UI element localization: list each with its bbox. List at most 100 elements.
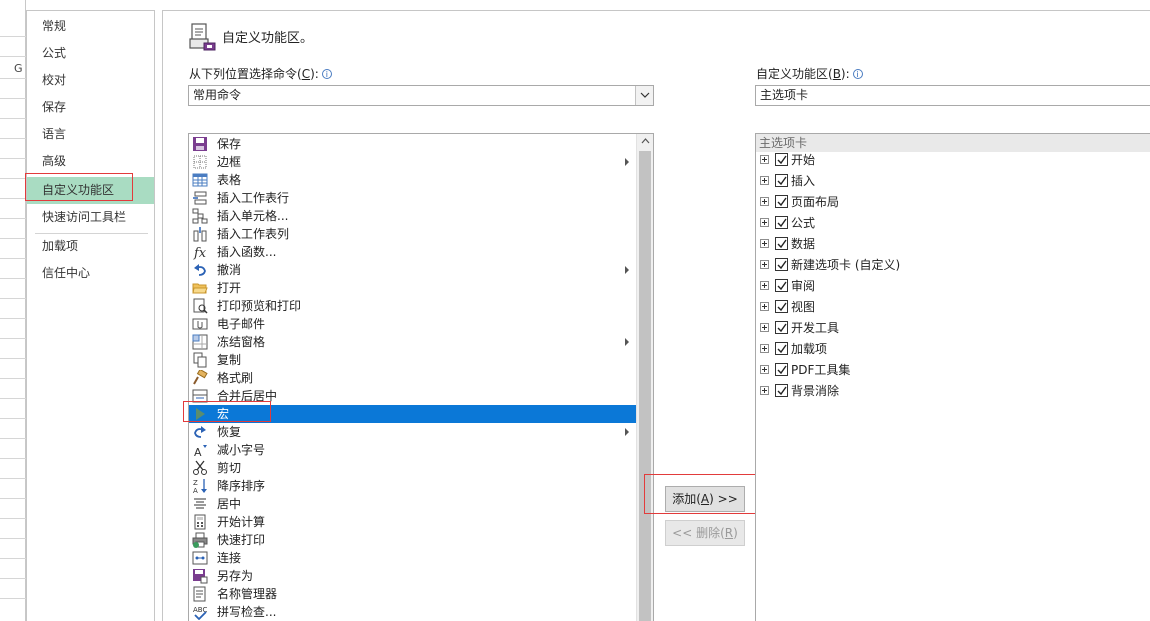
checkmark-icon: [777, 239, 787, 249]
submenu-arrow-icon: [625, 266, 629, 274]
list-item[interactable]: A 减小字号: [189, 441, 636, 459]
grid-line: [0, 178, 26, 179]
ribbon-tabs-tree[interactable]: 主选项卡 开始 插入 页面布局 公式 数据 新建选项卡 (自定义) 审阅 视图 …: [755, 133, 1150, 621]
commands-list[interactable]: 保存 边框 表格 插入工作表行 插入单元格... 插入工作表列 fx 插入函数.…: [188, 133, 654, 621]
list-item[interactable]: 合并后居中: [189, 387, 636, 405]
nav-item-proofing[interactable]: 校对: [27, 67, 154, 94]
expand-plus-icon[interactable]: [760, 239, 769, 248]
tree-item[interactable]: 审阅: [756, 276, 1150, 297]
remove-button[interactable]: << 删除(R): [665, 520, 745, 546]
list-item[interactable]: 插入工作表列: [189, 225, 636, 243]
list-item[interactable]: ZA 降序排序: [189, 477, 636, 495]
list-item[interactable]: 名称管理器: [189, 585, 636, 603]
tab-checkbox[interactable]: [775, 195, 788, 208]
list-item[interactable]: 冻结窗格: [189, 333, 636, 351]
tab-checkbox[interactable]: [775, 342, 788, 355]
choose-commands-label-end: ):: [310, 67, 319, 81]
scroll-up-icon[interactable]: [641, 138, 650, 144]
nav-item-customize-ribbon[interactable]: 自定义功能区: [27, 177, 154, 204]
grid-line: [0, 298, 26, 299]
tree-item[interactable]: 插入: [756, 171, 1150, 192]
expand-plus-icon[interactable]: [760, 281, 769, 290]
ribbon-tabs-select[interactable]: 主选项卡: [755, 85, 1150, 106]
expand-plus-icon[interactable]: [760, 386, 769, 395]
expand-plus-icon[interactable]: [760, 323, 769, 332]
tree-item[interactable]: 数据: [756, 234, 1150, 255]
expand-plus-icon[interactable]: [760, 260, 769, 269]
tree-item[interactable]: 背景消除: [756, 381, 1150, 402]
tree-item-label: 开始: [791, 153, 816, 167]
list-item[interactable]: fx 插入函数...: [189, 243, 636, 261]
list-item[interactable]: 保存: [189, 135, 636, 153]
list-item[interactable]: 撤消: [189, 261, 636, 279]
choose-commands-select[interactable]: 常用命令: [188, 85, 654, 106]
tab-checkbox[interactable]: [775, 321, 788, 334]
list-item[interactable]: 表格: [189, 171, 636, 189]
grid-line: [0, 578, 26, 579]
tree-item[interactable]: 加载项: [756, 339, 1150, 360]
list-item[interactable]: 居中: [189, 495, 636, 513]
nav-item-general[interactable]: 常规: [27, 13, 154, 40]
expand-plus-icon[interactable]: [760, 365, 769, 374]
tab-checkbox[interactable]: [775, 300, 788, 313]
list-item[interactable]: 电子邮件: [189, 315, 636, 333]
list-item[interactable]: 打印预览和打印: [189, 297, 636, 315]
svg-text:A: A: [193, 487, 198, 494]
nav-item-language[interactable]: 语言: [27, 121, 154, 148]
expand-plus-icon[interactable]: [760, 176, 769, 185]
list-item-label: 剪切: [217, 461, 242, 475]
list-item[interactable]: 复制: [189, 351, 636, 369]
list-item[interactable]: 开始计算: [189, 513, 636, 531]
tree-item[interactable]: 公式: [756, 213, 1150, 234]
tab-checkbox[interactable]: [775, 216, 788, 229]
add-button[interactable]: 添加(A) >>: [665, 486, 745, 512]
nav-item-advanced[interactable]: 高级: [27, 148, 154, 175]
tree-item[interactable]: 新建选项卡 (自定义): [756, 255, 1150, 276]
chevron-down-icon[interactable]: [635, 86, 653, 105]
list-item[interactable]: 格式刷: [189, 368, 636, 387]
expand-plus-icon[interactable]: [760, 302, 769, 311]
tab-checkbox[interactable]: [775, 237, 788, 250]
list-item-selected[interactable]: 宏: [189, 405, 636, 423]
nav-item-save[interactable]: 保存: [27, 94, 154, 121]
list-item[interactable]: 插入单元格...: [189, 207, 636, 225]
expand-plus-icon[interactable]: [760, 197, 769, 206]
nav-item-trust-center[interactable]: 信任中心: [27, 260, 154, 287]
list-item[interactable]: 插入工作表行: [189, 189, 636, 207]
tab-checkbox[interactable]: [775, 174, 788, 187]
tree-item[interactable]: 页面布局: [756, 192, 1150, 213]
expand-plus-icon[interactable]: [760, 344, 769, 353]
expand-plus-icon[interactable]: [760, 218, 769, 227]
nav-item-quick-access-toolbar[interactable]: 快速访问工具栏: [27, 204, 154, 231]
tree-item[interactable]: 视图: [756, 297, 1150, 318]
expand-plus-icon[interactable]: [760, 155, 769, 164]
nav-item-add-ins[interactable]: 加载项: [27, 233, 154, 260]
tab-checkbox[interactable]: [775, 258, 788, 271]
list-item[interactable]: 打开: [189, 279, 636, 297]
info-icon[interactable]: i: [852, 69, 863, 79]
list-item[interactable]: 恢复: [189, 423, 636, 441]
list-item[interactable]: 快速打印: [189, 531, 636, 549]
tab-checkbox[interactable]: [775, 153, 788, 166]
scrollbar-thumb[interactable]: [639, 151, 651, 621]
tab-checkbox[interactable]: [775, 384, 788, 397]
grid-line: [0, 338, 26, 339]
checkmark-icon: [777, 155, 787, 165]
tree-item[interactable]: 开始: [756, 150, 1150, 171]
tree-item[interactable]: 开发工具: [756, 318, 1150, 339]
nav-item-formulas[interactable]: 公式: [27, 40, 154, 67]
list-item-label: 快速打印: [217, 533, 266, 547]
tab-checkbox[interactable]: [775, 279, 788, 292]
tree-item-label: 公式: [791, 216, 816, 230]
tab-checkbox[interactable]: [775, 363, 788, 376]
tree-item[interactable]: PDF工具集: [756, 360, 1150, 381]
list-item[interactable]: 剪切: [189, 459, 636, 477]
info-icon[interactable]: i: [321, 69, 332, 79]
commands-scrollbar[interactable]: [636, 134, 653, 621]
grid-line: [0, 56, 26, 57]
list-item[interactable]: 另存为: [189, 567, 636, 585]
customize-ribbon-label-text: 自定义功能区(: [756, 67, 833, 81]
list-item[interactable]: ABC 拼写检查...: [189, 603, 636, 621]
list-item[interactable]: 连接: [189, 549, 636, 567]
list-item[interactable]: 边框: [189, 153, 636, 171]
